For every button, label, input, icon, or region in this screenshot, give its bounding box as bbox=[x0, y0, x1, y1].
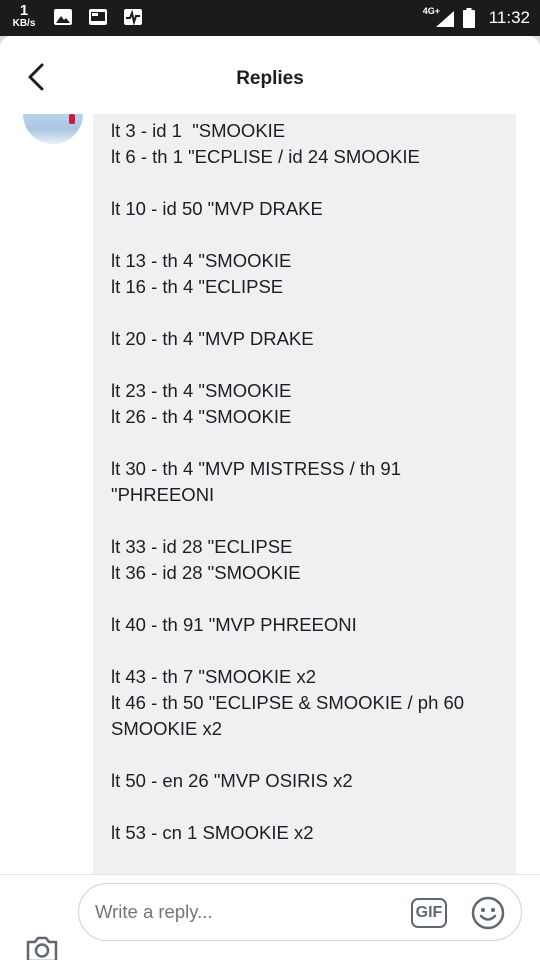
emoji-icon[interactable] bbox=[471, 896, 505, 930]
replies-screen: Replies lt 3 - id 1 "SMOOKIE lt 6 - th 1 … bbox=[0, 36, 540, 960]
reply-line: SMOOKIE x2 bbox=[111, 718, 223, 739]
clock: 11:32 bbox=[488, 8, 530, 27]
activity-icon bbox=[124, 9, 142, 26]
reply-line: "PHREEONI bbox=[111, 484, 215, 505]
signal-icon bbox=[435, 11, 454, 27]
reply-input[interactable] bbox=[95, 901, 375, 923]
reply-line: lt 6 - th 1 "ECPLISE / id 24 SMOOKIE bbox=[111, 146, 420, 167]
header: Replies bbox=[0, 36, 540, 114]
camera-icon[interactable] bbox=[24, 933, 60, 960]
reply-line: lt 40 - th 91 "MVP PHREEONI bbox=[111, 614, 357, 635]
reply-line: lt 23 - th 4 "SMOOKIE bbox=[111, 380, 292, 401]
reply-line: lt 16 - th 4 "ECLIPSE bbox=[111, 276, 284, 297]
reply-line: lt 46 - th 50 "ECLIPSE & SMOOKIE / ph 60 bbox=[111, 692, 465, 713]
reply-input-box[interactable]: GIF bbox=[78, 883, 522, 941]
gif-button[interactable]: GIF bbox=[411, 898, 447, 928]
screen-icon bbox=[89, 9, 107, 25]
gallery-icon bbox=[54, 9, 72, 25]
reply-line: lt 3 - id 1 "SMOOKIE bbox=[111, 120, 286, 141]
status-bar: 1 KB/s 4G+ 11:32 bbox=[0, 0, 540, 36]
reply-line: lt 36 - id 28 "SMOOKIE bbox=[111, 562, 301, 583]
battery-icon bbox=[462, 8, 475, 28]
reply-line: lt 43 - th 7 "SMOOKIE x2 bbox=[111, 666, 316, 687]
reply-line: lt 10 - id 50 "MVP DRAKE bbox=[111, 198, 323, 219]
network-speed-unit: KB/s bbox=[12, 18, 36, 29]
reply-text: lt 3 - id 1 "SMOOKIE lt 6 - th 1 "ECPLISE… bbox=[111, 118, 501, 884]
reply-bubble: lt 3 - id 1 "SMOOKIE lt 6 - th 1 "ECPLISE… bbox=[93, 114, 516, 884]
network-speed-value: 1 bbox=[19, 2, 29, 19]
reply-line: lt 33 - id 28 "ECLIPSE bbox=[111, 536, 293, 557]
reply-line: lt 13 - th 4 "SMOOKIE bbox=[111, 250, 292, 271]
page-title: Replies bbox=[236, 68, 304, 89]
reply-line: lt 53 - cn 1 SMOOKIE x2 bbox=[111, 822, 314, 843]
avatar-figure bbox=[69, 114, 75, 124]
reply-line: lt 26 - th 4 "SMOOKIE bbox=[111, 406, 292, 427]
reply-line: lt 20 - th 4 "MVP DRAKE bbox=[111, 328, 314, 349]
reply-line: lt 50 - en 26 "MVP OSIRIS x2 bbox=[111, 770, 353, 791]
status-right: 4G+ 11:32 bbox=[423, 0, 530, 36]
reply-line: lt 30 - th 4 "MVP MISTRESS / th 91 bbox=[111, 458, 402, 479]
network-speed: 1 KB/s bbox=[6, 3, 42, 29]
